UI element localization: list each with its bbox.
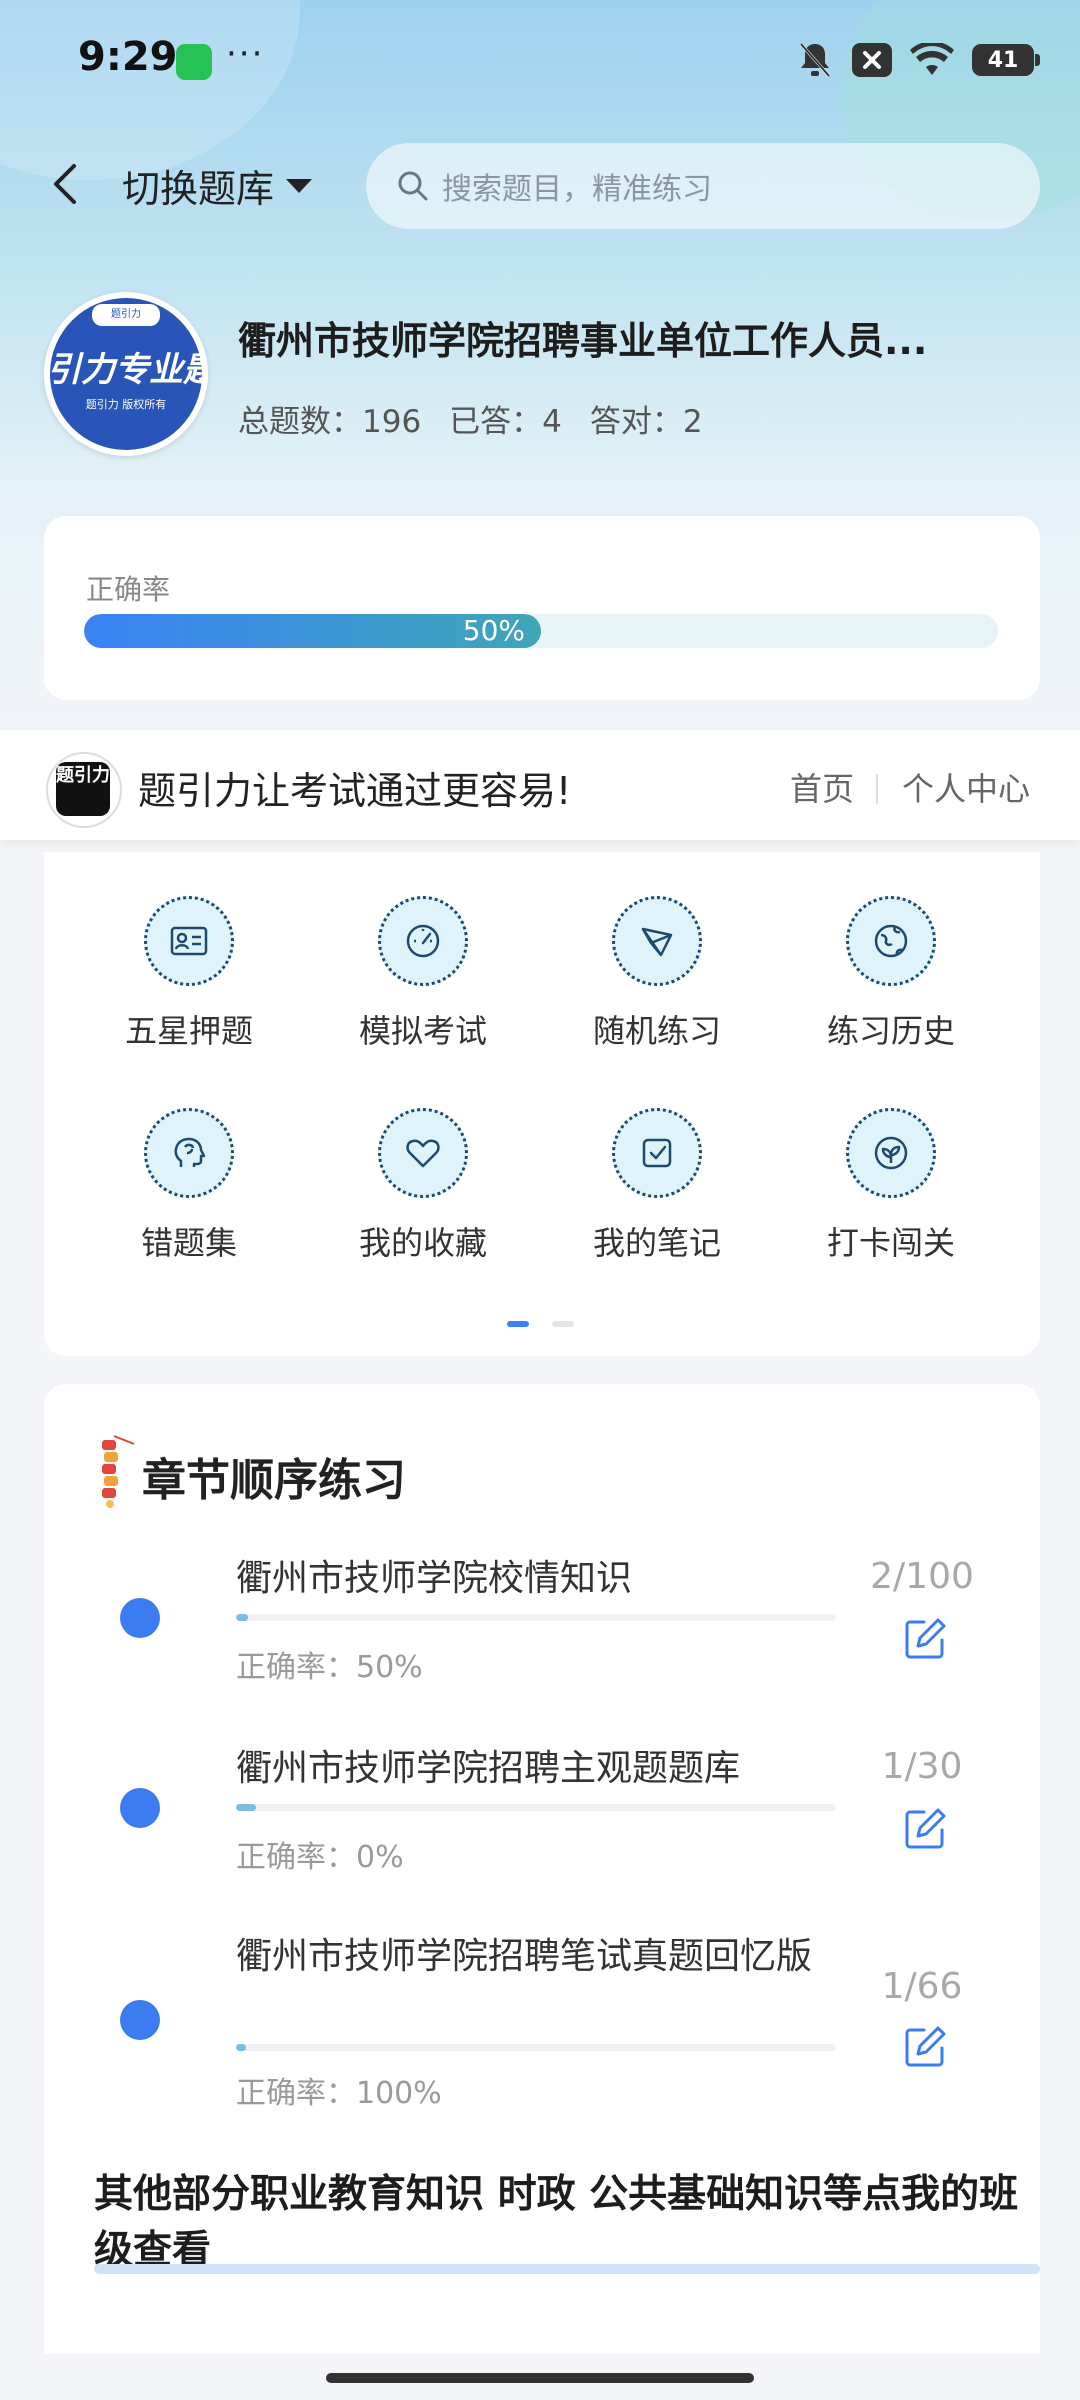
grid-label: 打卡闯关 — [826, 1224, 955, 1262]
grid-item-favorites[interactable]: 我的收藏 — [323, 1108, 523, 1264]
home-link[interactable]: 首页 — [790, 764, 854, 810]
battery-icon: 41 — [972, 44, 1040, 76]
edit-icon[interactable] — [902, 1616, 948, 1662]
globe-icon — [846, 896, 936, 986]
search-icon — [398, 171, 428, 201]
chapter-bullet — [120, 1598, 160, 1638]
more-notifications-icon: ··· — [226, 34, 265, 74]
search-input[interactable]: 搜索题目，精准练习 — [366, 143, 1040, 229]
logo-top-badge: 题引力 — [92, 304, 160, 326]
grid-item-mock-exam[interactable]: 模拟考试 — [323, 896, 523, 1052]
switch-bank-button[interactable]: 切换题库 — [122, 158, 313, 213]
correct-count: 答对：2 — [589, 404, 703, 440]
grid-item-history[interactable]: 练习历史 — [791, 896, 991, 1052]
chapter-progress-fill — [236, 1614, 248, 1621]
chapter-name: 衢州市技师学院招聘主观题题库 — [236, 1748, 741, 1789]
grid-item-notes[interactable]: 我的笔记 — [557, 1108, 757, 1264]
chapter-count: 2/100 — [870, 1556, 974, 1597]
chapter-item[interactable]: 衢州市技师学院招聘主观题题库 正确率：0% 1/30 — [44, 1736, 1040, 1896]
promo-divider — [876, 774, 878, 804]
caret-down-icon — [286, 178, 313, 193]
chapter-name: 衢州市技师学院招聘笔试真题回忆版 — [236, 1936, 813, 1977]
page-indicator — [552, 1321, 574, 1327]
chapter-item[interactable]: 衢州市技师学院招聘笔试真题回忆版 正确率：100% 1/66 — [44, 1924, 1040, 2124]
chapter-count: 1/30 — [881, 1746, 963, 1787]
home-indicator[interactable] — [326, 2373, 754, 2383]
status-time: 9:29 — [78, 34, 178, 80]
grid-item-random-practice[interactable]: 随机练习 — [557, 896, 757, 1052]
promo-logo-text: 题引力 — [56, 762, 110, 816]
grid-label: 模拟考试 — [358, 1012, 487, 1050]
bank-title: 衢州市技师学院招聘事业单位工作人员... — [238, 319, 928, 363]
switch-bank-label: 切换题库 — [122, 167, 275, 211]
chapter-count: 1/66 — [881, 1966, 963, 2007]
chapter-section-title: 章节顺序练习 — [142, 1455, 406, 1506]
user-center-link[interactable]: 个人中心 — [902, 764, 1030, 810]
grid-label: 随机练习 — [592, 1012, 721, 1050]
grid-label: 我的收藏 — [358, 1224, 487, 1262]
back-icon[interactable] — [46, 160, 86, 208]
chapter-bullet — [120, 2000, 160, 2040]
id-card-icon — [144, 896, 234, 986]
status-icons: 41 — [796, 40, 1040, 80]
chapter-progress-fill — [236, 1804, 256, 1811]
accuracy-label: 正确率 — [86, 573, 171, 606]
accuracy-card: 正确率 50% — [44, 516, 1040, 700]
speedometer-icon — [378, 896, 468, 986]
leaf-badge-icon — [846, 1108, 936, 1198]
chapter-accuracy: 正确率：100% — [236, 2076, 442, 2111]
heart-icon — [378, 1108, 468, 1198]
footer-underline — [94, 2264, 1040, 2274]
grid-label: 练习历史 — [826, 1012, 955, 1050]
promo-logo: 题引力 — [46, 752, 122, 828]
chapter-practice-card: 章节顺序练习 衢州市技师学院校情知识 正确率：50% 2/100 衢州市技师学院… — [44, 1384, 1040, 2354]
edit-icon[interactable] — [902, 2024, 948, 2070]
class-view-link[interactable]: 其他部分职业教育知识 时政 公共基础知识等点我的班级查看 — [94, 2167, 1054, 2279]
logo-copyright: 题引力 版权所有 — [85, 398, 167, 411]
chapter-progress-bar — [236, 1804, 836, 1811]
grid-label: 我的笔记 — [592, 1224, 721, 1262]
bank-stats: 总题数：196 已答：4 答对：2 — [238, 396, 703, 441]
chapter-progress-bar — [236, 2044, 836, 2051]
edit-icon[interactable] — [902, 1806, 948, 1852]
chapter-progress-bar — [236, 1614, 836, 1621]
function-grid: 五星押题 模拟考试 随机练习 练习历史 错题集 我的收藏 我的笔记 打卡闯关 — [44, 852, 1040, 1356]
accuracy-progress-bar: 50% — [84, 614, 998, 648]
chapter-name: 衢州市技师学院校情知识 — [236, 1558, 633, 1599]
grid-item-five-star[interactable]: 五星押题 — [89, 896, 289, 1052]
chapter-progress-fill — [236, 2044, 246, 2051]
logo-text: 引力专业题 — [47, 350, 208, 390]
chapter-bullet — [120, 1788, 160, 1828]
answered-count: 已答：4 — [449, 404, 562, 440]
grid-item-wrong-questions[interactable]: 错题集 — [89, 1108, 289, 1264]
grid-label: 五星押题 — [124, 1012, 253, 1050]
bank-logo: 题引力 引力专业题 题引力 版权所有 — [44, 292, 208, 456]
chapter-item[interactable]: 衢州市技师学院校情知识 正确率：50% 2/100 — [44, 1546, 1040, 1706]
firecracker-icon — [102, 1435, 135, 1508]
grid-label: 错题集 — [140, 1224, 237, 1262]
shuffle-icon — [612, 896, 702, 986]
total-count: 总题数：196 — [238, 404, 422, 440]
brain-head-icon — [144, 1108, 234, 1198]
wifi-icon — [910, 43, 954, 75]
chapter-accuracy: 正确率：50% — [236, 1650, 423, 1685]
grid-item-check-in[interactable]: 打卡闯关 — [791, 1108, 991, 1264]
search-placeholder: 搜索题目，精准练习 — [442, 172, 712, 207]
chapter-accuracy: 正确率：0% — [236, 1840, 404, 1875]
mute-bell-icon — [799, 43, 831, 77]
accuracy-percent: 50% — [462, 614, 525, 647]
promo-bar: 题引力 题引力让考试通过更容易! 首页 个人中心 — [0, 730, 1080, 840]
promo-slogan: 题引力让考试通过更容易! — [138, 769, 572, 813]
wechat-icon — [176, 44, 212, 80]
page-indicator-active — [507, 1321, 529, 1327]
close-box-icon — [852, 43, 892, 77]
note-check-icon — [612, 1108, 702, 1198]
